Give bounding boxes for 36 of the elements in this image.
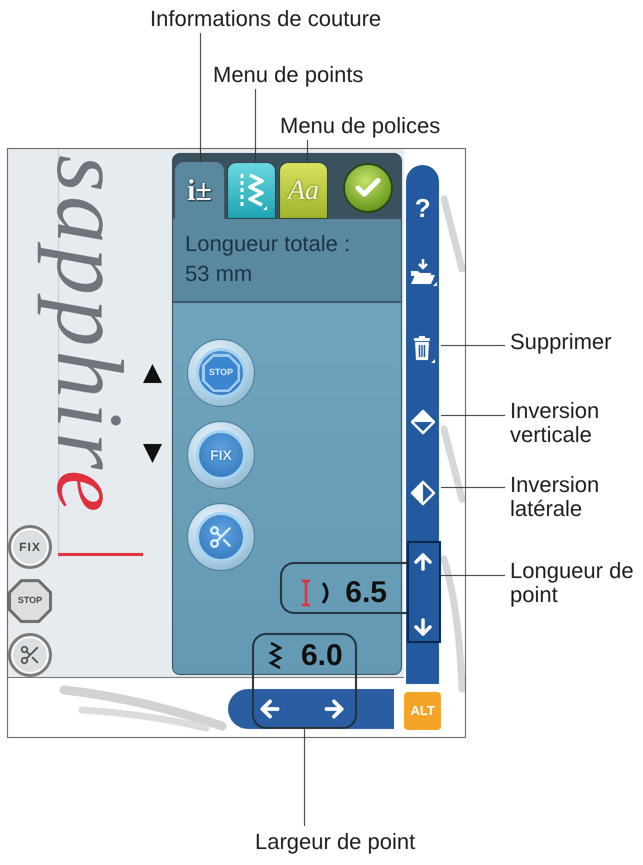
callout-label: Largeur de point: [255, 829, 416, 855]
triangle-up-icon[interactable]: [142, 363, 163, 384]
leader-line: [441, 487, 505, 488]
stitched-text: sapphire: [36, 154, 144, 518]
callout-label: Inversion latérale: [510, 473, 600, 521]
callout-label: Informations de couture: [150, 6, 382, 32]
alt-button[interactable]: ALT: [404, 692, 442, 730]
diamond-left-half-icon[interactable]: [410, 480, 436, 506]
stop-button[interactable]: STOP: [187, 339, 255, 407]
stop-button[interactable]: STOP: [8, 579, 52, 624]
triangle-down-icon[interactable]: [142, 443, 163, 464]
callout-label: Menu de points: [213, 62, 364, 88]
fix-button[interactable]: FIX: [8, 525, 52, 570]
folder-download-icon[interactable]: [408, 258, 437, 286]
stitch-menu-tab[interactable]: [227, 162, 276, 219]
leader-line: [441, 415, 505, 416]
cut-thread-button[interactable]: [8, 633, 52, 678]
fix-button[interactable]: FIX: [187, 421, 255, 489]
leader-line: [441, 575, 505, 576]
zigzag-icon: [268, 641, 283, 671]
help-button[interactable]: ?: [406, 192, 440, 224]
stitch-length-value: 6.5: [345, 577, 387, 609]
leader-line: [307, 140, 308, 162]
callout-label: Menu de polices: [280, 113, 440, 139]
callout-label: Longueur de point: [510, 559, 635, 607]
scissors-icon: [19, 644, 41, 666]
callout-label: Inversion verticale: [510, 399, 600, 447]
diamond-top-half-icon[interactable]: [410, 409, 436, 435]
info-label: Longueur totale :: [185, 230, 352, 258]
stitch-width-value: 6.0: [301, 640, 343, 672]
leader-line: [441, 345, 505, 346]
info-value: 53 mm: [185, 260, 254, 288]
callout-label: Supprimer: [510, 330, 612, 354]
scissors-icon: [208, 524, 234, 550]
ok-button[interactable]: [343, 163, 393, 213]
info-tab[interactable]: i±: [175, 162, 224, 219]
